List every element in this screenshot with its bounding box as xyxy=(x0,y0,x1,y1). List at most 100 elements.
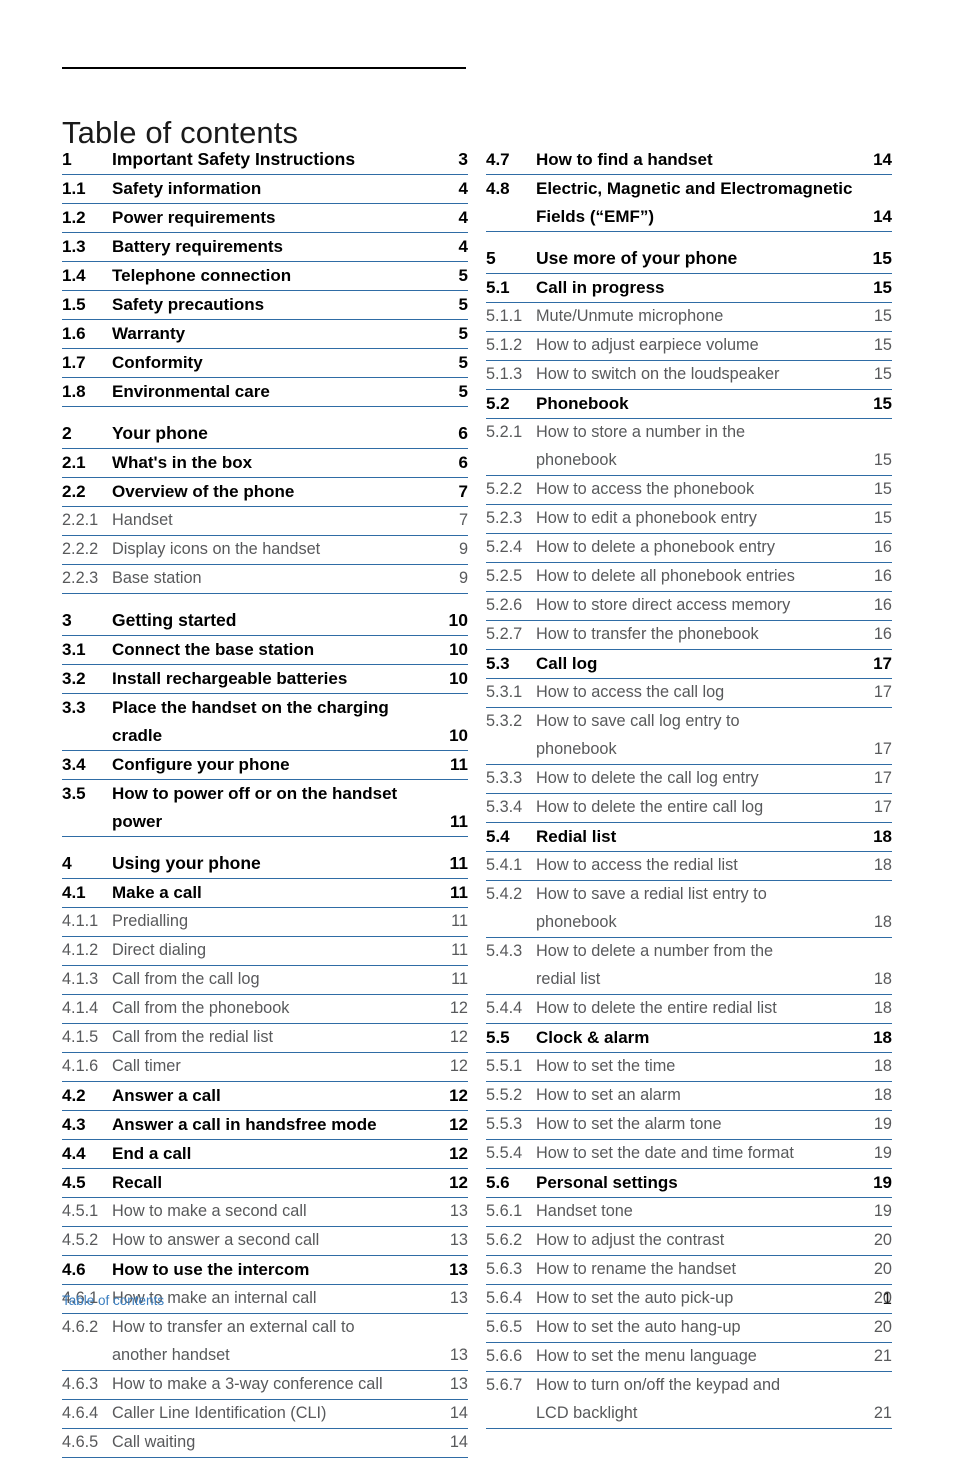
toc-entry-number: 5.1 xyxy=(486,278,510,297)
toc-entry[interactable]: 5.1 Call in progress 15 xyxy=(486,274,892,303)
toc-entry-title-continued: cradle xyxy=(112,726,163,745)
toc-entry[interactable]: 5.6.7 How to turn on/off the keypad and LC… xyxy=(486,1372,892,1429)
toc-entry[interactable]: 5.1.1 Mute/Unmute microphone 15 xyxy=(486,303,892,332)
toc-entry-title: How to set the auto hang-up xyxy=(536,1318,741,1336)
toc-entry[interactable]: 5.6.6 How to set the menu language 21 xyxy=(486,1343,892,1372)
toc-entry[interactable]: 4.5 Recall 12 xyxy=(62,1169,468,1198)
toc-entry[interactable]: 2.1 What's in the box 6 xyxy=(62,449,468,478)
toc-entry[interactable]: 2 Your phone 6 xyxy=(62,420,468,449)
toc-entry[interactable]: 5.3.3 How to delete the call log entry 17 xyxy=(486,765,892,794)
toc-entry-line: 1.8 Environmental care 5 xyxy=(62,378,468,406)
toc-entry[interactable]: 5.3 Call log 17 xyxy=(486,650,892,679)
toc-entry[interactable]: 4.1.6 Call timer 12 xyxy=(62,1053,468,1082)
toc-entry[interactable]: 5.4.1 How to access the redial list 18 xyxy=(486,852,892,881)
toc-entry[interactable]: 1.3 Battery requirements 4 xyxy=(62,233,468,262)
toc-entry[interactable]: 2.2 Overview of the phone 7 xyxy=(62,478,468,507)
toc-entry[interactable]: 5.4 Redial list 18 xyxy=(486,823,892,852)
toc-entry[interactable]: 4.7 How to find a handset 14 xyxy=(486,146,892,175)
toc-entry-number: 4.4 xyxy=(62,1144,86,1163)
toc-entry-number: 1 xyxy=(62,149,72,169)
toc-entry[interactable]: 1.2 Power requirements 4 xyxy=(62,204,468,233)
toc-entry-page: 18 xyxy=(873,913,892,931)
toc-entry[interactable]: 5.6.2 How to adjust the contrast 20 xyxy=(486,1227,892,1256)
toc-entry[interactable]: 5.5.4 How to set the date and time format… xyxy=(486,1140,892,1169)
toc-entry[interactable]: 4.1.3 Call from the call log 11 xyxy=(62,966,468,995)
toc-entry-title: Caller Line Identification (CLI) xyxy=(112,1404,327,1422)
toc-entry[interactable]: 5.2.4 How to delete a phonebook entry 16 xyxy=(486,534,892,563)
toc-column-right: 4.7 How to find a handset 14 4.8 Electric, M… xyxy=(486,146,892,1429)
toc-entry[interactable]: 5.2.3 How to edit a phonebook entry 15 xyxy=(486,505,892,534)
toc-entry[interactable]: 4.4 End a call 12 xyxy=(62,1140,468,1169)
toc-entry[interactable]: 4.6.5 Call waiting 14 xyxy=(62,1429,468,1458)
toc-entry[interactable]: 4.5.2 How to answer a second call 13 xyxy=(62,1227,468,1256)
toc-entry-number: 5.2.5 xyxy=(486,567,523,585)
toc-entry-line: 5 Use more of your phone 15 xyxy=(486,245,892,273)
toc-entry-title: How to adjust the contrast xyxy=(536,1231,725,1249)
toc-entry[interactable]: 5.5.2 How to set an alarm 18 xyxy=(486,1082,892,1111)
toc-entry[interactable]: 5.2.7 How to transfer the phonebook 16 xyxy=(486,621,892,650)
toc-entry[interactable]: 1.8 Environmental care 5 xyxy=(62,378,468,407)
toc-entry[interactable]: 5.5 Clock & alarm 18 xyxy=(486,1024,892,1053)
toc-entry[interactable]: 5.3.4 How to delete the entire call log 17 xyxy=(486,794,892,823)
toc-entry[interactable]: 3.5 How to power off or on the handset pow… xyxy=(62,780,468,837)
toc-entry[interactable]: 5.5.3 How to set the alarm tone 19 xyxy=(486,1111,892,1140)
toc-entry[interactable]: 4.3 Answer a call in handsfree mode 12 xyxy=(62,1111,468,1140)
toc-entry[interactable]: 2.2.1 Handset 7 xyxy=(62,507,468,536)
toc-entry[interactable]: 4.1.2 Direct dialing 11 xyxy=(62,937,468,966)
toc-entry[interactable]: 5.6.4 How to set the auto pick-up 20 xyxy=(486,1285,892,1314)
toc-entry[interactable]: 5.2.2 How to access the phonebook 15 xyxy=(486,476,892,505)
toc-entry[interactable]: 5.4.4 How to delete the entire redial lis… xyxy=(486,995,892,1024)
toc-entry[interactable]: 4.6.2 How to transfer an external call to… xyxy=(62,1314,468,1371)
toc-entry-number: 4.6.3 xyxy=(62,1375,99,1393)
toc-entry[interactable]: 2.2.2 Display icons on the handset 9 xyxy=(62,536,468,565)
toc-entry-line-continued: power 11 xyxy=(62,808,468,836)
toc-entry[interactable]: 5.6.1 Handset tone 19 xyxy=(486,1198,892,1227)
toc-entry-title: Display icons on the handset xyxy=(112,540,321,558)
toc-entry[interactable]: 1.7 Conformity 5 xyxy=(62,349,468,378)
toc-entry[interactable]: 5.4.3 How to delete a number from the redi… xyxy=(486,938,892,995)
toc-entry[interactable]: 5 Use more of your phone 15 xyxy=(486,245,892,274)
toc-entry-number: 3.5 xyxy=(62,784,86,803)
toc-entry[interactable]: 2.2.3 Base station 9 xyxy=(62,565,468,594)
toc-entry-number: 1.2 xyxy=(62,208,86,227)
toc-entry[interactable]: 5.6.5 How to set the auto hang-up 20 xyxy=(486,1314,892,1343)
toc-entry[interactable]: 5.1.3 How to switch on the loudspeaker 15 xyxy=(486,361,892,390)
toc-entry[interactable]: 5.3.2 How to save call log entry to phoneb… xyxy=(486,708,892,765)
toc-entry-number: 5.6.6 xyxy=(486,1347,523,1365)
toc-entry[interactable]: 5.2 Phonebook 15 xyxy=(486,390,892,419)
toc-entry[interactable]: 4.1.4 Call from the phonebook 12 xyxy=(62,995,468,1024)
toc-entry[interactable]: 1 Important Safety Instructions 3 xyxy=(62,146,468,175)
toc-entry-page: 16 xyxy=(873,625,892,643)
toc-entry[interactable]: 4.6 How to use the intercom 13 xyxy=(62,1256,468,1285)
toc-entry[interactable]: 4.8 Electric, Magnetic and Electromagneti… xyxy=(486,175,892,232)
toc-entry[interactable]: 4.1.1 Predialling 11 xyxy=(62,908,468,937)
toc-entry[interactable]: 5.5.1 How to set the time 18 xyxy=(486,1053,892,1082)
toc-entry[interactable]: 4.2 Answer a call 12 xyxy=(62,1082,468,1111)
toc-entry[interactable]: 3.4 Configure your phone 11 xyxy=(62,751,468,780)
toc-entry[interactable]: 5.2.5 How to delete all phonebook entries… xyxy=(486,563,892,592)
toc-entry[interactable]: 5.6 Personal settings 19 xyxy=(486,1169,892,1198)
toc-entry[interactable]: 3.2 Install rechargeable batteries 10 xyxy=(62,665,468,694)
toc-entry-line-continued: redial list 18 xyxy=(486,966,892,994)
toc-entry[interactable]: 3 Getting started 10 xyxy=(62,607,468,636)
toc-entry[interactable]: 5.4.2 How to save a redial list entry to p… xyxy=(486,881,892,938)
toc-entry[interactable]: 5.6.3 How to rename the handset 20 xyxy=(486,1256,892,1285)
toc-entry[interactable]: 5.1.2 How to adjust earpiece volume 15 xyxy=(486,332,892,361)
toc-entry[interactable]: 1.1 Safety information 4 xyxy=(62,175,468,204)
toc-entry[interactable]: 1.6 Warranty 5 xyxy=(62,320,468,349)
toc-entry[interactable]: 3.1 Connect the base station 10 xyxy=(62,636,468,665)
toc-entry-page: 4 xyxy=(458,237,468,256)
toc-entry[interactable]: 4.5.1 How to make a second call 13 xyxy=(62,1198,468,1227)
toc-entry[interactable]: 4.1.5 Call from the redial list 12 xyxy=(62,1024,468,1053)
toc-entry-page: 7 xyxy=(458,482,468,501)
toc-entry[interactable]: 4.6.4 Caller Line Identification (CLI) 14 xyxy=(62,1400,468,1429)
toc-entry[interactable]: 4.6.3 How to make a 3-way conference call… xyxy=(62,1371,468,1400)
toc-entry[interactable]: 1.5 Safety precautions 5 xyxy=(62,291,468,320)
toc-entry[interactable]: 1.4 Telephone connection 5 xyxy=(62,262,468,291)
toc-entry[interactable]: 5.2.6 How to store direct access memory 16 xyxy=(486,592,892,621)
toc-entry[interactable]: 4 Using your phone 11 xyxy=(62,850,468,879)
toc-entry[interactable]: 3.3 Place the handset on the charging crad… xyxy=(62,694,468,751)
toc-entry[interactable]: 4.1 Make a call 11 xyxy=(62,879,468,908)
toc-entry[interactable]: 5.2.1 How to store a number in the phonebo… xyxy=(486,419,892,476)
toc-entry[interactable]: 5.3.1 How to access the call log 17 xyxy=(486,679,892,708)
